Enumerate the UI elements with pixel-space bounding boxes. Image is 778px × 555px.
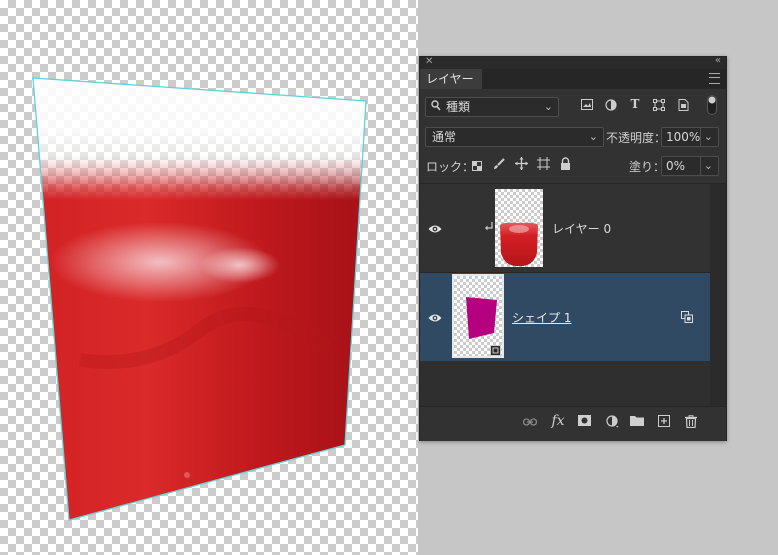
fill-value: 0%: [666, 159, 686, 173]
layers-list: レイヤー 0 シェイプ 1: [420, 184, 710, 406]
tab-layers[interactable]: レイヤー: [420, 69, 482, 89]
layer-name[interactable]: レイヤー 0: [552, 220, 611, 237]
layer-thumbnail[interactable]: [452, 274, 504, 358]
new-group-icon[interactable]: [629, 415, 645, 430]
lock-label: ロック：: [426, 160, 475, 174]
panel-tab-row: レイヤー: [420, 69, 726, 89]
lock-all-icon[interactable]: [559, 157, 572, 173]
opacity-label: 不透明度：: [606, 131, 667, 145]
panel-menu-icon[interactable]: [709, 73, 720, 84]
search-icon: [431, 98, 441, 116]
layer-row-shape-1[interactable]: シェイプ 1: [420, 273, 710, 361]
layers-panel: ✕ « レイヤー 種類 ⌄ T 通常 ⌄ 不透明度： 100% ⌄ ロック： 塗…: [419, 55, 727, 441]
chevron-down-icon[interactable]: ⌄: [699, 157, 713, 175]
warped-layer-artwork: [32, 77, 367, 521]
chevron-down-icon: ⌄: [543, 100, 553, 113]
fill-input[interactable]: 0% ⌄: [661, 156, 719, 176]
filter-kind-dropdown[interactable]: 種類 ⌄: [425, 97, 559, 117]
smart-shape-link-icon: [681, 311, 693, 326]
pixel-layer-filter-icon[interactable]: [580, 99, 594, 113]
delete-layer-icon[interactable]: [683, 415, 699, 432]
lock-artboard-icon[interactable]: [536, 157, 550, 173]
filter-kind-label: 種類: [446, 100, 471, 114]
opacity-input[interactable]: 100% ⌄: [661, 127, 719, 147]
new-adjustment-layer-icon[interactable]: [604, 415, 620, 432]
type-layer-filter-icon[interactable]: T: [628, 97, 642, 111]
lock-position-icon[interactable]: [514, 157, 528, 173]
layer-row-layer-0[interactable]: レイヤー 0: [420, 184, 710, 273]
blend-mode-label: 通常: [432, 130, 457, 144]
visibility-eye-icon[interactable]: [428, 223, 444, 233]
close-icon[interactable]: ✕: [425, 56, 433, 67]
lock-transparent-pixels-icon[interactable]: [471, 160, 483, 174]
smart-object-filter-icon[interactable]: [676, 99, 690, 114]
document-canvas[interactable]: [0, 0, 418, 555]
opacity-value: 100%: [666, 130, 701, 144]
layers-scrollbar[interactable]: [710, 184, 726, 406]
shape-layer-filter-icon[interactable]: [652, 99, 666, 114]
add-mask-icon[interactable]: [576, 415, 592, 430]
panel-title-bar: ✕ «: [420, 55, 726, 69]
fill-label: 塗り：: [629, 160, 666, 174]
layer-thumbnail[interactable]: [495, 189, 543, 267]
visibility-eye-icon[interactable]: [428, 312, 444, 322]
link-layers-icon[interactable]: [522, 415, 538, 430]
chevron-down-icon[interactable]: ⌄: [699, 128, 713, 146]
vector-mask-badge-icon: [490, 345, 501, 356]
lock-image-pixels-icon[interactable]: [492, 158, 506, 173]
adjustment-layer-filter-icon[interactable]: [604, 99, 618, 114]
layer-name[interactable]: シェイプ 1: [512, 309, 571, 326]
filter-toggle-icon[interactable]: [706, 95, 718, 118]
collapse-icon[interactable]: «: [715, 55, 721, 66]
layers-panel-footer: fx: [420, 406, 726, 441]
chevron-down-icon: ⌄: [588, 130, 598, 143]
blend-mode-dropdown[interactable]: 通常 ⌄: [425, 127, 604, 147]
fx-icon[interactable]: fx: [550, 413, 566, 429]
clipping-mask-arrow-icon: [484, 221, 494, 236]
new-layer-icon[interactable]: [656, 415, 672, 431]
